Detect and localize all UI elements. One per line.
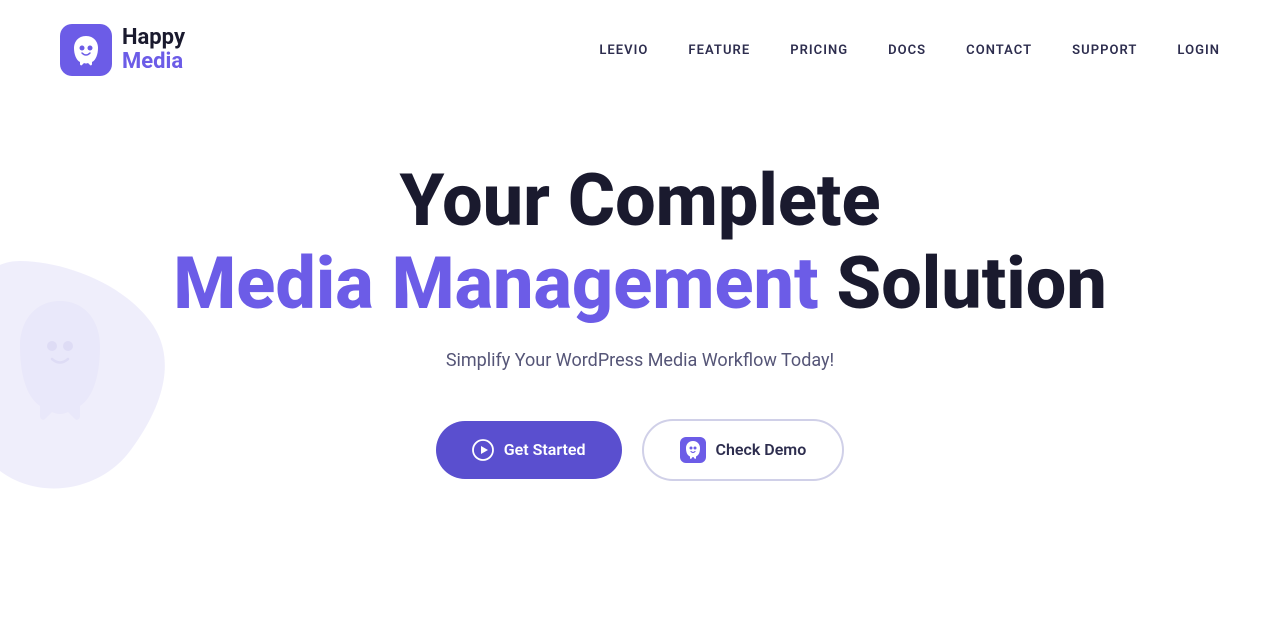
nav-feature[interactable]: FEATURE <box>688 43 750 58</box>
check-demo-button[interactable]: Check Demo <box>642 419 845 481</box>
logo-happy-text: Happy <box>122 26 185 50</box>
play-icon <box>472 439 494 461</box>
logo[interactable]: Happy Media <box>60 24 185 76</box>
nav-docs[interactable]: DOCS <box>888 43 926 58</box>
main-nav: LEEVIO FEATURE PRICING DOCS CONTACT SUPP… <box>599 43 1220 58</box>
nav-support[interactable]: SUPPORT <box>1072 43 1137 58</box>
hero-buttons: Get Started Check Demo <box>436 419 845 481</box>
logo-media-text: Media <box>122 50 185 74</box>
header: Happy Media LEEVIO FEATURE PRICING DOCS … <box>0 0 1280 100</box>
blob-decoration <box>0 241 220 501</box>
hero-title: Your Complete Media Management Solution <box>173 160 1107 326</box>
nav-contact[interactable]: CONTACT <box>966 43 1032 58</box>
demo-icon <box>680 437 706 463</box>
get-started-button[interactable]: Get Started <box>436 421 622 479</box>
nav-leevio[interactable]: LEEVIO <box>599 43 648 58</box>
hero-section: Your Complete Media Management Solution … <box>0 100 1280 481</box>
nav-pricing[interactable]: PRICING <box>790 43 848 58</box>
logo-icon <box>60 24 112 76</box>
hero-subtitle: Simplify Your WordPress Media Workflow T… <box>446 350 834 371</box>
nav-login[interactable]: LOGIN <box>1177 43 1220 58</box>
